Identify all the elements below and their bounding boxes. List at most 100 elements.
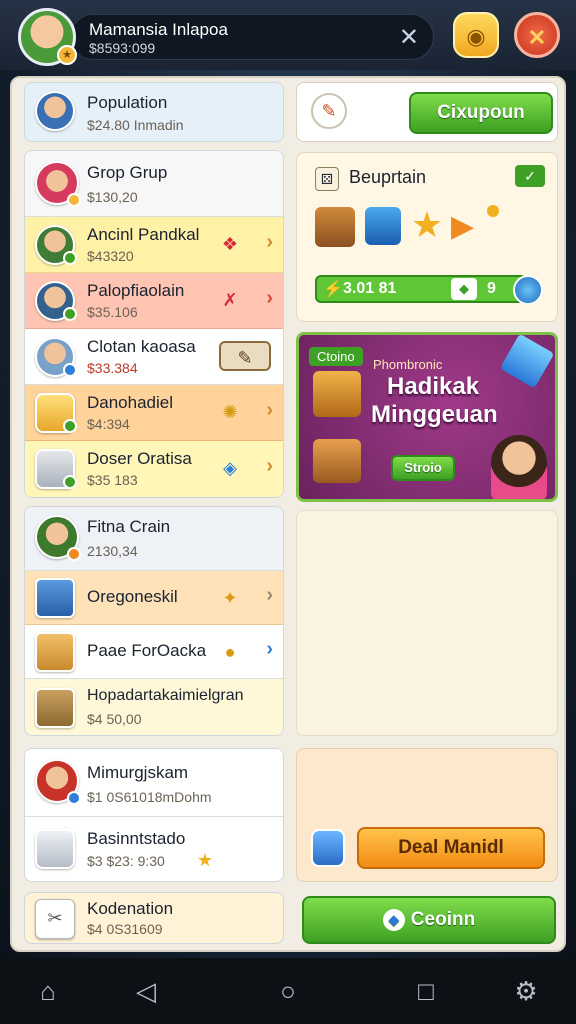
promo-gem-icon: [499, 335, 555, 389]
deal-button[interactable]: Deal Manidl: [357, 827, 545, 869]
list-item-title: Kodenation: [87, 899, 174, 918]
list-item-sub: $4 50,00: [87, 711, 142, 727]
list-item-title: Danohadiel: [87, 393, 174, 412]
kodenation-card[interactable]: ✂ Kodenation $4 0S31609: [24, 892, 284, 944]
clear-icon[interactable]: ✕: [399, 23, 419, 52]
list-item-title: Hopadartakaimielgran: [87, 687, 244, 704]
list-item[interactable]: Grop Grup $130,20: [25, 151, 283, 217]
brush-icon[interactable]: ✎: [311, 93, 347, 129]
chevron-right-icon: ›: [266, 455, 273, 477]
star-icon: ★: [410, 204, 444, 245]
coin-icon: ✺: [222, 402, 238, 422]
list-item-title: Palopfiaolain: [87, 281, 185, 300]
list-item-title: Clotan kaoasa: [87, 337, 196, 356]
list-item-sub: $4:394: [87, 416, 130, 432]
promo-tag: Ctoino: [309, 347, 363, 366]
population-title: Population: [87, 93, 168, 112]
bundle-count: 9: [487, 280, 496, 297]
chevron-right-icon: ›: [266, 231, 273, 253]
group-list-1: Grop Grup $130,20 Ancinl Pandkal $43320 …: [24, 150, 284, 498]
chest-icon: [35, 578, 75, 618]
list-item[interactable]: Doser Oratisa $35 183 ◈ ›: [25, 441, 283, 497]
list-item-sub: $4 0S31609: [87, 921, 163, 937]
list-item[interactable]: Clotan kaoasa $33.384 ✎: [25, 329, 283, 385]
dice-icon: ⚄: [315, 167, 339, 191]
arrow-icon: ▶: [451, 210, 475, 243]
status-badge-icon: [63, 307, 77, 321]
promo-button[interactable]: Stroio: [391, 455, 455, 481]
coin-stack-icon: ●: [224, 642, 236, 662]
blue-box-icon: [365, 207, 401, 245]
chevron-right-icon: ›: [266, 584, 273, 606]
list-item[interactable]: Hopadartakaimielgran $4 50,00: [25, 679, 283, 735]
list-item-sub: $1 0S61018mDohm: [87, 789, 212, 805]
list-item-sub: $130,20: [87, 189, 138, 205]
list-item-title: Mimurgjskam: [87, 763, 189, 782]
avatar: [35, 91, 75, 131]
list-item[interactable]: Danohadiel $4:394 ✺ ›: [25, 385, 283, 441]
group-list-3: Mimurgjskam $1 0S61018mDohm Basinntstado…: [24, 748, 284, 882]
list-item-title: Paae ForOacka: [87, 641, 207, 660]
list-item-sub: 2130,34: [87, 543, 138, 559]
list-item[interactable]: Mimurgjskam $1 0S61018mDohm: [25, 749, 283, 817]
claim-button[interactable]: ◆ Ceoinn: [302, 896, 556, 944]
list-item-title: Fitna Crain: [87, 517, 171, 536]
promo-character: [491, 435, 547, 499]
promo-button-label: Stroio: [404, 460, 442, 475]
list-item[interactable]: Ancinl Pandkal $43320 ❖ ›: [25, 217, 283, 273]
system-nav-bar: ⌂ ◁ ○ □ ⚙: [0, 958, 576, 1024]
chest-icon: [315, 207, 355, 247]
price-bar[interactable]: ⚡ 3.01 81 ◆ 9: [315, 275, 527, 303]
list-item-title: Doser Oratisa: [87, 449, 192, 468]
promo-small-text: Phombronic: [373, 357, 443, 372]
status-badge-icon: [67, 547, 81, 561]
status-badge-icon: [63, 419, 77, 433]
empty-panel: [296, 510, 558, 736]
star-icon: ★: [196, 850, 214, 870]
list-item-sub: $3 $23: 9:30: [87, 853, 165, 869]
gear-icon[interactable]: ⚙: [496, 968, 556, 1014]
home-icon[interactable]: ⌂: [18, 968, 78, 1014]
list-item-sub: $35.106: [87, 304, 138, 320]
home-circle-icon[interactable]: ○: [258, 968, 318, 1014]
deal-button-label: Deal Manidl: [398, 837, 504, 858]
gems-icon: ◈: [223, 458, 237, 478]
list-item-title: Ancinl Pandkal: [87, 225, 200, 244]
group-list-2: Fitna Crain 2130,34 Oregoneskil ✦ › Paae…: [24, 506, 284, 736]
list-item[interactable]: Basinntstado $3 $23: 9:30 ★: [25, 817, 283, 881]
coin-icon: [487, 205, 499, 217]
player-avatar[interactable]: ★: [18, 8, 77, 66]
population-card[interactable]: Population $24.80 Inmadin: [24, 82, 284, 142]
status-badge-icon: [63, 251, 77, 265]
level-badge-icon: ★: [57, 45, 77, 65]
player-name-pill[interactable]: Mamansia Inlapoa $8593:099 ✕: [70, 14, 434, 60]
promo-crate-icon: [313, 439, 361, 483]
list-item-title: Grop Grup: [87, 163, 168, 182]
claim-button-label: Ceoinn: [410, 909, 476, 930]
crate-icon: [35, 688, 75, 728]
bolt-icon: ⚡: [323, 281, 343, 298]
gear-badge-icon: [513, 275, 543, 305]
list-item-title: Basinntstado: [87, 829, 186, 848]
list-item[interactable]: Palopfiaolain $35.106 ✗ ›: [25, 273, 283, 329]
list-item-sub: $43320: [87, 248, 134, 264]
list-item[interactable]: Fitna Crain 2130,34: [25, 507, 283, 571]
check-icon[interactable]: ✓: [515, 165, 545, 187]
close-button[interactable]: ✕: [514, 12, 560, 58]
coupon-button[interactable]: Cixupoun: [409, 92, 553, 134]
list-item[interactable]: Oregoneskil ✦ ›: [25, 571, 283, 625]
promo-line-1: Hadikak: [387, 373, 480, 400]
box-icon: [35, 632, 75, 672]
deal-panel: Deal Manidl: [296, 748, 558, 882]
list-item[interactable]: Paae ForOacka ● ›: [25, 625, 283, 679]
rewards-button[interactable]: ◉: [453, 12, 499, 58]
promo-banner[interactable]: Ctoino Phombronic Hadikak Minggeuan Stro…: [296, 332, 558, 502]
recents-icon[interactable]: □: [396, 968, 456, 1014]
back-icon[interactable]: ◁: [116, 968, 176, 1014]
ticket-icon: ◆: [451, 278, 477, 300]
blocked-icon: ✗: [222, 290, 238, 310]
shield-icon: [311, 829, 345, 867]
status-badge-icon: [67, 791, 81, 805]
player-balance: $8593:099: [89, 40, 156, 56]
coupon-button-label: Cixupoun: [437, 102, 525, 123]
